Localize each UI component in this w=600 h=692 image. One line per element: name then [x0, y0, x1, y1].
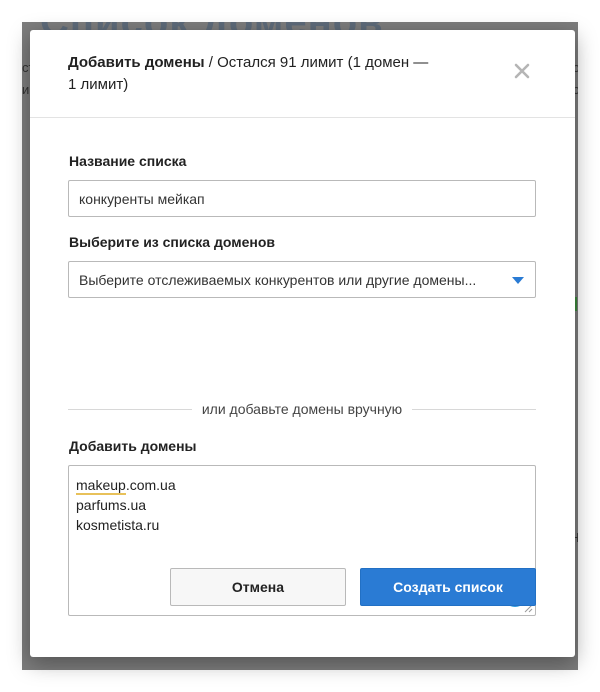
spellcheck-underline: makeup [76, 477, 126, 495]
domain-line: parfums.ua [76, 497, 147, 513]
domain-select-dropdown[interactable]: Выберите отслеживаемых конкурентов или д… [68, 261, 536, 298]
add-domains-label: Добавить домены [69, 438, 197, 454]
divider-line [412, 408, 537, 410]
list-name-input[interactable]: конкуренты мейкап [68, 180, 536, 217]
close-icon [514, 63, 530, 79]
modal-title-main: Добавить домены [68, 54, 205, 71]
domain-select-placeholder: Выберите отслеживаемых конкурентов или д… [79, 271, 477, 288]
add-domains-modal: Добавить домены / Остался 91 лимит (1 до… [30, 30, 575, 657]
chevron-down-icon [512, 277, 524, 284]
modal-title: Добавить домены / Остался 91 лимит (1 до… [68, 52, 440, 96]
list-name-value: конкуренты мейкап [79, 190, 205, 207]
list-name-label: Название списка [69, 153, 187, 169]
manual-divider: или добавьте домены вручную [68, 401, 537, 417]
divider-line [68, 408, 192, 410]
domain-line: makeup.com.ua [76, 477, 176, 495]
close-button[interactable] [513, 62, 531, 80]
domain-line: kosmetista.ru [76, 517, 160, 533]
create-list-button[interactable]: Создать список [360, 568, 536, 606]
modal-header: Добавить домены / Остался 91 лимит (1 до… [30, 30, 575, 118]
domain-select-label: Выберите из списка доменов [69, 234, 275, 250]
cancel-button[interactable]: Отмена [170, 568, 346, 606]
divider-text: или добавьте домены вручную [201, 401, 403, 417]
